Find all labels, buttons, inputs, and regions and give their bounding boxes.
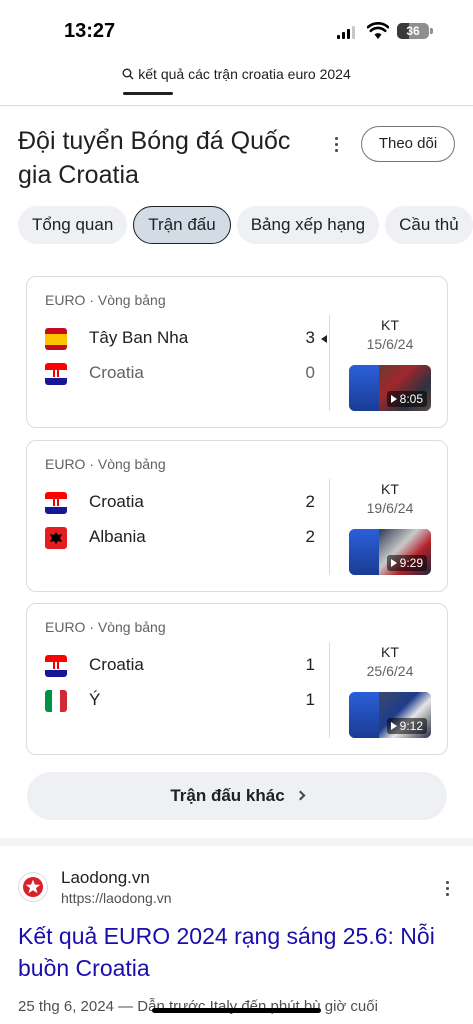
team-score: 2 <box>305 527 315 546</box>
search-query-bar[interactable]: kết quả các trận croatia euro 2024 <box>0 58 473 90</box>
highlight-video-thumbnail[interactable]: 9:12 <box>349 692 431 738</box>
follow-button[interactable]: Theo dõi <box>361 126 455 162</box>
result-more-icon[interactable] <box>437 878 457 898</box>
team-row-home: Tây Ban Nha 3 <box>45 327 315 351</box>
match-league: EURO · Vòng bảng <box>45 456 166 472</box>
team-row-home: Croatia 1 <box>45 654 315 678</box>
team-name: Albania <box>89 527 146 546</box>
highlight-video-thumbnail[interactable]: 8:05 <box>349 365 431 411</box>
cellular-signal-icon <box>337 26 355 39</box>
match-status-label: KT <box>381 317 399 333</box>
match-date: 19/6/24 <box>366 500 414 516</box>
star-logo-icon <box>23 877 43 897</box>
team-name: Croatia <box>89 363 144 382</box>
card-divider <box>329 315 330 411</box>
video-duration-badge: 9:12 <box>386 718 427 734</box>
team-score: 2 <box>305 492 315 511</box>
chevron-right-icon <box>295 790 306 801</box>
result-date: 25 thg 6, 2024 <box>18 998 114 1015</box>
active-tab-indicator <box>123 92 173 95</box>
croatia-flag-icon <box>45 655 67 677</box>
match-league: EURO · Vòng bảng <box>45 292 166 308</box>
status-bar: 13:27 36 <box>0 0 473 58</box>
more-matches-button[interactable]: Trận đấu khác <box>27 772 447 820</box>
team-name: Tây Ban Nha <box>89 328 189 347</box>
entity-tabs: Tổng quan Trận đấu Bảng xếp hạng Cầu thủ <box>18 206 473 244</box>
battery-nub <box>430 28 433 34</box>
winner-indicator-icon <box>321 335 327 343</box>
tab-standings[interactable]: Bảng xếp hạng <box>236 206 380 244</box>
team-name: Ý <box>89 690 101 709</box>
card-divider <box>329 642 330 738</box>
team-row-home: Croatia 2 <box>45 491 315 515</box>
team-name: Croatia <box>89 492 144 511</box>
more-options-icon[interactable] <box>326 134 346 154</box>
croatia-flag-icon <box>45 492 67 514</box>
home-indicator[interactable] <box>152 1008 321 1013</box>
result-snippet: 25 thg 6, 2024 — Dẫn trước Italy đến phú… <box>18 998 378 1015</box>
match-status-label: KT <box>381 644 399 660</box>
result-site-name[interactable]: Laodong.vn <box>61 868 150 888</box>
play-icon <box>390 722 397 730</box>
team-row-away: Ý 1 <box>45 689 315 713</box>
highlight-video-thumbnail[interactable]: 9:29 <box>349 529 431 575</box>
team-row-away: Croatia 0 <box>45 362 315 386</box>
result-url[interactable]: https://laodong.vn <box>61 890 172 906</box>
play-icon <box>390 395 397 403</box>
play-icon <box>390 559 397 567</box>
match-date: 15/6/24 <box>366 336 414 352</box>
match-card[interactable]: EURO · Vòng bảng Croatia 2 Albania 2 KT … <box>26 440 448 592</box>
croatia-flag-icon <box>45 363 67 385</box>
match-card[interactable]: EURO · Vòng bảng Croatia 1 Ý 1 KT 25/6/2… <box>26 603 448 755</box>
team-score: 0 <box>305 363 315 382</box>
match-date: 25/6/24 <box>366 663 414 679</box>
match-status: KT 15/6/24 <box>345 317 435 352</box>
match-league: EURO · Vòng bảng <box>45 619 166 635</box>
spain-flag-icon <box>45 328 67 350</box>
search-icon <box>122 68 134 80</box>
status-time: 13:27 <box>64 20 116 42</box>
video-duration-badge: 8:05 <box>386 391 427 407</box>
wifi-icon <box>367 22 389 39</box>
search-tabs-strip <box>0 90 473 106</box>
match-status-label: KT <box>381 481 399 497</box>
search-query-text: kết quả các trận croatia euro 2024 <box>138 66 351 82</box>
italy-flag-icon <box>45 690 67 712</box>
match-card[interactable]: EURO · Vòng bảng Tây Ban Nha 3 Croatia 0… <box>26 276 448 428</box>
tab-matches[interactable]: Trận đấu <box>133 206 231 244</box>
site-logo[interactable] <box>18 872 48 902</box>
battery-icon: 36 <box>397 23 429 39</box>
tab-overview[interactable]: Tổng quan <box>18 206 128 244</box>
team-name: Croatia <box>89 655 144 674</box>
team-row-away: Albania 2 <box>45 526 315 550</box>
team-score: 3 <box>305 328 315 347</box>
video-duration-badge: 9:29 <box>386 555 427 571</box>
card-divider <box>329 479 330 575</box>
match-status: KT 19/6/24 <box>345 481 435 516</box>
entity-title: Đội tuyển Bóng đá Quốc gia Croatia <box>18 127 291 189</box>
team-score: 1 <box>305 655 315 674</box>
team-score: 1 <box>305 690 315 709</box>
section-separator <box>0 838 473 846</box>
result-title-link[interactable]: Kết quả EURO 2024 rạng sáng 25.6: Nỗi bu… <box>18 920 458 984</box>
albania-flag-icon <box>45 527 67 549</box>
match-status: KT 25/6/24 <box>345 644 435 679</box>
tab-players[interactable]: Cầu thủ <box>385 206 473 244</box>
